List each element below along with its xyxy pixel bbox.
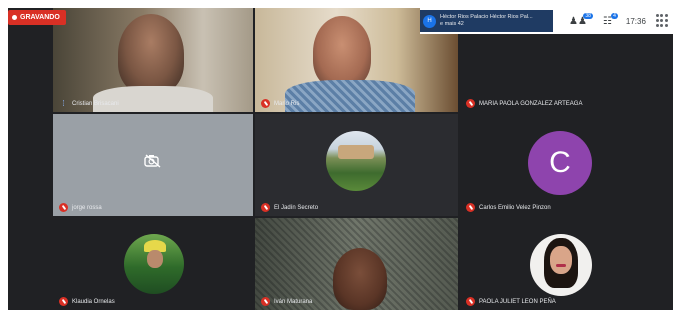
participant-avatar <box>326 131 386 191</box>
presenter-text-group: Héctor Rios Palacio Héctor Rios Pal... e… <box>440 14 533 28</box>
presenter-avatar: H <box>423 14 436 28</box>
participant-name-tag: Klaudia Ornelas <box>59 297 115 306</box>
participant-name: MARIA PAOLA GONZALEZ ARTEAGA <box>479 100 583 107</box>
participant-name-tag: Mario Ris <box>261 99 299 108</box>
participant-tile[interactable]: PAOLA JULIET LEON PEÑA <box>460 218 660 310</box>
mic-on-icon: ⁞ <box>62 99 65 108</box>
participant-tile[interactable]: Klaudia Ornelas <box>53 218 253 310</box>
participant-name: Iván Maturana <box>274 298 313 305</box>
people-button[interactable]: ♟♟ 38 <box>569 12 593 27</box>
top-bar: H Héctor Rios Palacio Héctor Rios Pal...… <box>420 8 673 34</box>
participant-name-tag: Iván Maturana <box>261 297 312 306</box>
avatar-detail <box>147 250 163 268</box>
mic-off-icon <box>466 99 475 108</box>
participant-tile[interactable]: El Jadín Secreto <box>255 114 458 216</box>
participant-name-tag: Carlos Emilio Velez Pinzon <box>466 203 551 212</box>
participant-name-tag: ⁞ Cristian Brisacani <box>59 99 119 108</box>
presenter-pill[interactable]: H Héctor Rios Palacio Héctor Rios Pal...… <box>420 10 553 32</box>
presenter-more: e mais 42 <box>440 21 464 27</box>
apps-icon[interactable] <box>655 14 670 28</box>
presenter-names: Héctor Rios Palacio Héctor Rios Pal... <box>440 14 533 20</box>
participant-tile[interactable]: ⁞ Cristian Brisacani <box>53 8 253 112</box>
mic-off-icon <box>261 297 270 306</box>
participant-name-tag: jorge rossa <box>59 203 102 212</box>
chat-badge: 4 <box>611 12 618 19</box>
participant-avatar: C <box>528 131 592 195</box>
participant-name: Cristian Brisacani <box>72 100 119 107</box>
mic-off-icon <box>59 203 68 212</box>
mic-off-icon <box>466 203 475 212</box>
participant-name: jorge rossa <box>72 204 102 211</box>
recording-dot-icon <box>12 15 17 20</box>
participant-tile[interactable]: jorge rossa <box>53 114 253 216</box>
participant-name: Klaudia Ornelas <box>72 298 115 305</box>
participant-name: El Jadín Secreto <box>274 204 319 211</box>
mic-off-icon <box>466 297 475 306</box>
participants-count: 38 <box>583 12 593 19</box>
participant-name: Carlos Emilio Velez Pinzon <box>479 204 551 211</box>
chat-button[interactable]: ☷ 4 <box>603 12 618 27</box>
participant-tile[interactable]: Iván Maturana <box>255 218 458 310</box>
participant-name: PAOLA JULIET LEON PEÑA <box>479 298 556 305</box>
mic-off-icon <box>261 203 270 212</box>
participant-video <box>313 16 371 88</box>
camera-off-icon <box>144 154 162 168</box>
participant-shirt <box>285 80 415 112</box>
mic-off-icon <box>261 99 270 108</box>
avatar-letter: C <box>549 146 571 179</box>
avatar-detail <box>550 246 572 274</box>
participant-avatar <box>530 234 592 296</box>
avatar-detail <box>556 264 566 267</box>
mic-off-icon <box>59 297 68 306</box>
participant-name-tag: El Jadín Secreto <box>261 203 318 212</box>
meeting-grid: ⁞ Cristian Brisacani Mario Ris MARIA PAO… <box>8 8 673 310</box>
recording-label: GRAVANDO <box>20 14 60 21</box>
recording-badge: GRAVANDO <box>8 10 66 25</box>
participant-video <box>118 14 184 94</box>
clock: 17:36 <box>625 16 646 26</box>
participant-name-tag: MARIA PAOLA GONZALEZ ARTEAGA <box>466 99 582 108</box>
participant-video <box>333 248 387 310</box>
participant-name: Mario Ris <box>274 100 300 107</box>
participant-avatar <box>124 234 184 294</box>
participant-name-tag: PAOLA JULIET LEON PEÑA <box>466 297 556 306</box>
avatar-detail <box>338 145 374 159</box>
participant-tile[interactable]: C Carlos Emilio Velez Pinzon <box>460 114 660 216</box>
